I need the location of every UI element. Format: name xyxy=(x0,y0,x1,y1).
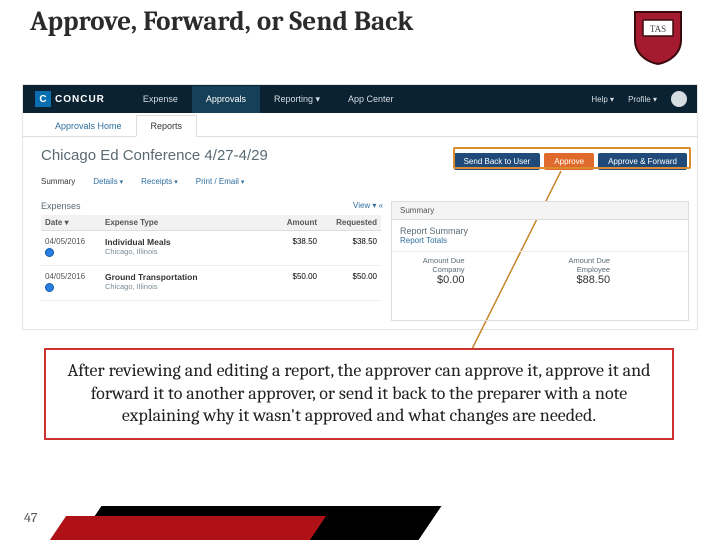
due-company-label: Amount Due Company xyxy=(400,256,465,274)
slide-caption: After reviewing and editing a report, th… xyxy=(44,348,674,440)
row-type: Ground Transportation xyxy=(105,272,257,282)
expenses-heading: Expenses xyxy=(41,201,81,211)
help-link[interactable]: Help ▾ xyxy=(591,95,614,104)
summary-panel: Summary Report Summary Report Totals Amo… xyxy=(391,201,689,321)
row-requested: $38.50 xyxy=(321,234,381,262)
col-type[interactable]: Expense Type xyxy=(101,215,261,230)
summary-panel-head: Summary xyxy=(392,202,688,220)
app-screenshot: C CONCUR Expense Approvals Reporting ▾ A… xyxy=(22,84,698,330)
menu-expense[interactable]: Expense xyxy=(129,86,192,113)
row-date: 04/05/2016 xyxy=(45,237,85,246)
due-employee-label: Amount Due Employee xyxy=(546,256,611,274)
decor-ribbon-red xyxy=(50,516,326,540)
row-amount: $38.50 xyxy=(261,234,321,262)
row-requested: $50.00 xyxy=(321,269,381,297)
tab-receipts[interactable]: Receipts xyxy=(141,177,178,186)
tab-summary[interactable]: Summary xyxy=(41,177,75,186)
app-topbar: C CONCUR Expense Approvals Reporting ▾ A… xyxy=(23,85,697,113)
subnav-approvals-home[interactable]: Approvals Home xyxy=(41,116,136,136)
col-date[interactable]: Date ▾ xyxy=(41,215,101,230)
row-type: Individual Meals xyxy=(105,237,257,247)
svg-text:TAS: TAS xyxy=(650,24,666,34)
col-amount[interactable]: Amount xyxy=(261,215,321,230)
row-date: 04/05/2016 xyxy=(45,272,85,281)
col-requested[interactable]: Requested xyxy=(321,215,381,230)
table-row[interactable]: 04/05/2016 Individual MealsChicago, Illi… xyxy=(41,231,381,266)
report-tabs: Summary Details Receipts Print / Email xyxy=(41,177,244,186)
status-dot-icon xyxy=(45,248,54,257)
row-amount: $50.00 xyxy=(261,269,321,297)
expense-table: Date ▾ Expense Type Amount Requested 04/… xyxy=(41,215,381,301)
sub-nav: Approvals Home Reports xyxy=(23,113,697,137)
status-dot-icon xyxy=(45,283,54,292)
profile-avatar-icon[interactable] xyxy=(671,91,687,107)
view-toggle[interactable]: View ▾ « xyxy=(353,201,383,210)
app-brand: CONCUR xyxy=(55,94,105,105)
concur-logo-icon: C xyxy=(35,91,51,107)
row-loc: Chicago, Illinois xyxy=(105,247,158,256)
report-totals-link[interactable]: Report Totals xyxy=(392,236,688,251)
due-employee-value: $88.50 xyxy=(546,274,611,286)
table-row[interactable]: 04/05/2016 Ground TransportationChicago,… xyxy=(41,266,381,301)
harvard-shield-icon: TAS xyxy=(632,10,684,66)
profile-link[interactable]: Profile ▾ xyxy=(628,95,657,104)
page-number: 47 xyxy=(24,509,37,526)
menu-reporting[interactable]: Reporting ▾ xyxy=(260,86,334,113)
slide-title: Approve, Forward, or Send Back xyxy=(30,6,413,37)
subnav-reports[interactable]: Reports xyxy=(136,115,198,137)
menu-appcenter[interactable]: App Center xyxy=(334,86,408,113)
summary-title: Report Summary xyxy=(392,220,688,236)
tab-details[interactable]: Details xyxy=(93,177,123,186)
table-header: Date ▾ Expense Type Amount Requested xyxy=(41,215,381,231)
tab-print-email[interactable]: Print / Email xyxy=(196,177,245,186)
row-loc: Chicago, Illinois xyxy=(105,282,158,291)
menu-approvals[interactable]: Approvals xyxy=(192,86,260,113)
due-company-value: $0.00 xyxy=(400,274,465,286)
callout-highlight-box xyxy=(453,147,691,169)
